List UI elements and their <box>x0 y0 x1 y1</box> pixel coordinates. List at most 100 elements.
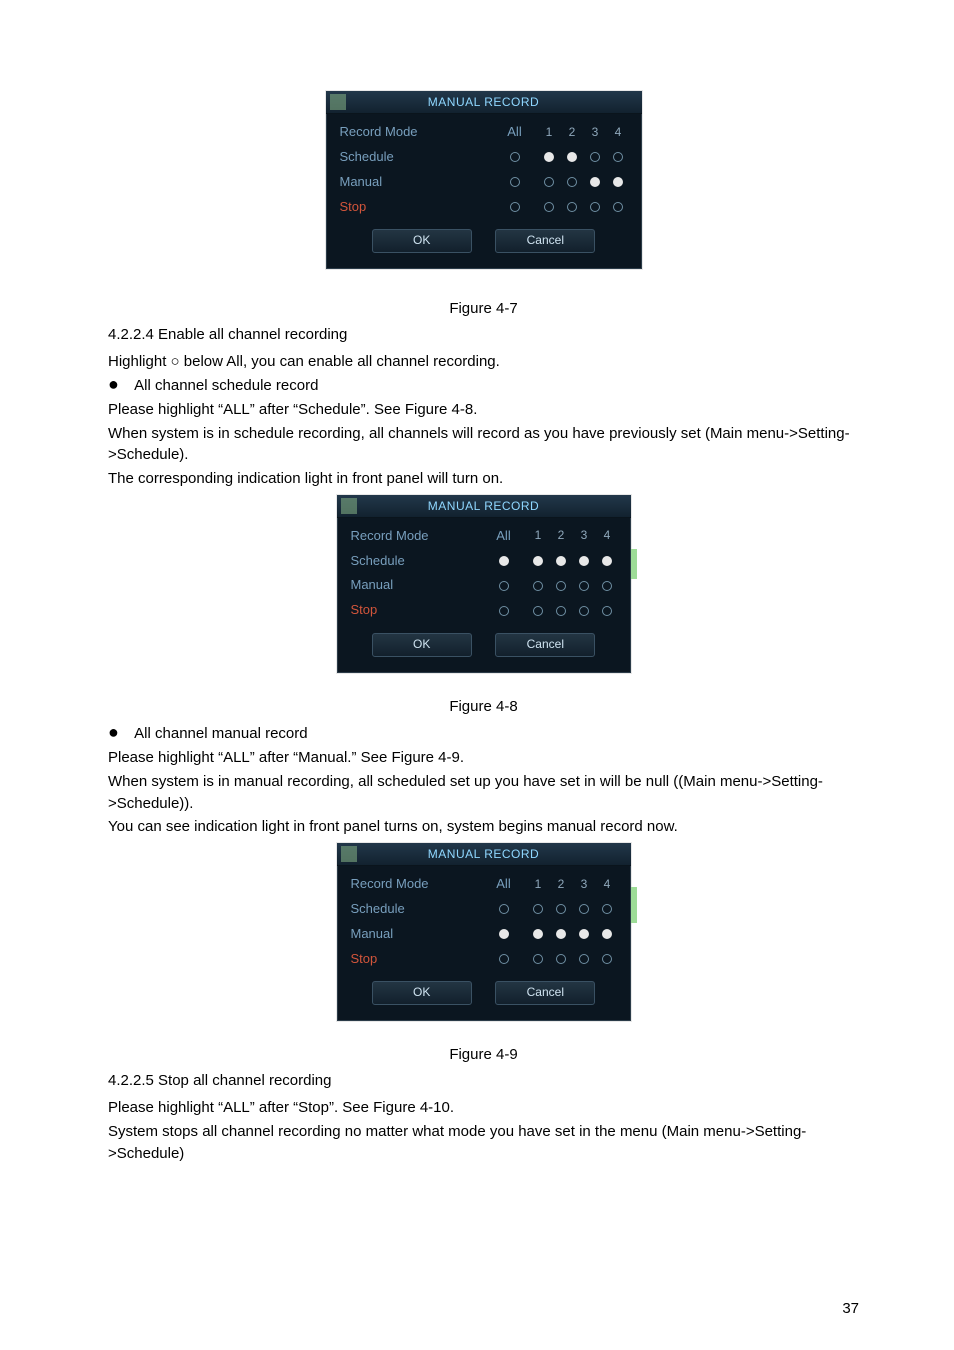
body-text: The corresponding indication light in fr… <box>108 468 859 490</box>
manual-ch2-radio[interactable] <box>567 177 577 187</box>
dialog-icon <box>341 498 357 514</box>
edge-marker <box>631 549 637 579</box>
section-4224-title: 4.2.2.4 Enable all channel recording <box>108 324 859 346</box>
figure-caption: Figure 4-8 <box>108 696 859 718</box>
stop-row-label: Stop <box>349 598 483 623</box>
manual-ch3-radio[interactable] <box>590 177 600 187</box>
ch-header-2: 2 <box>550 872 573 897</box>
schedule-all-radio[interactable] <box>499 904 509 914</box>
body-text: System stops all channel recording no ma… <box>108 1121 859 1165</box>
ch-header-3: 3 <box>584 120 607 145</box>
record-mode-label: Record Mode <box>349 872 483 897</box>
schedule-ch1-radio[interactable] <box>533 556 543 566</box>
ok-button[interactable]: OK <box>372 229 472 252</box>
stop-all-radio[interactable] <box>499 606 509 616</box>
dialog-title-text: MANUAL RECORD <box>428 95 539 109</box>
stop-ch1-radio[interactable] <box>533 954 543 964</box>
section-4225-title: 4.2.2.5 Stop all channel recording <box>108 1070 859 1092</box>
figure-caption: Figure 4-7 <box>108 298 859 320</box>
stop-ch1-radio[interactable] <box>533 606 543 616</box>
body-text: When system is in manual recording, all … <box>108 771 859 815</box>
schedule-all-radio[interactable] <box>499 556 509 566</box>
manual-ch1-radio[interactable] <box>544 177 554 187</box>
ok-button[interactable]: OK <box>372 981 472 1004</box>
manual-row-label: Manual <box>349 922 483 947</box>
stop-ch4-radio[interactable] <box>613 202 623 212</box>
page-number: 37 <box>842 1298 859 1320</box>
schedule-ch2-radio[interactable] <box>556 904 566 914</box>
schedule-ch4-radio[interactable] <box>602 556 612 566</box>
manual-row-label: Manual <box>349 573 483 598</box>
stop-row-label: Stop <box>338 195 494 220</box>
schedule-ch3-radio[interactable] <box>590 152 600 162</box>
schedule-ch3-radio[interactable] <box>579 556 589 566</box>
stop-row-label: Stop <box>349 947 483 972</box>
manual-all-radio[interactable] <box>510 177 520 187</box>
dialog-title: MANUAL RECORD <box>326 91 642 114</box>
all-column-header: All <box>494 120 538 145</box>
schedule-ch3-radio[interactable] <box>579 904 589 914</box>
body-text: Highlight ○ below All, you can enable al… <box>108 351 859 373</box>
stop-ch1-radio[interactable] <box>544 202 554 212</box>
manual-record-dialog-fig8: MANUAL RECORD Record Mode All 1 2 3 4 Sc… <box>336 494 632 674</box>
schedule-ch1-radio[interactable] <box>533 904 543 914</box>
stop-ch3-radio[interactable] <box>590 202 600 212</box>
schedule-ch4-radio[interactable] <box>602 904 612 914</box>
schedule-ch1-radio[interactable] <box>544 152 554 162</box>
manual-ch4-radio[interactable] <box>602 929 612 939</box>
bullet-text: All channel manual record <box>134 723 307 745</box>
schedule-ch2-radio[interactable] <box>567 152 577 162</box>
stop-ch2-radio[interactable] <box>556 954 566 964</box>
dialog-title: MANUAL RECORD <box>337 843 631 866</box>
schedule-row-label: Schedule <box>349 897 483 922</box>
cancel-button[interactable]: Cancel <box>495 981 595 1004</box>
manual-row-label: Manual <box>338 170 494 195</box>
stop-all-radio[interactable] <box>499 954 509 964</box>
ch-header-2: 2 <box>561 120 584 145</box>
stop-ch4-radio[interactable] <box>602 606 612 616</box>
body-text: When system is in schedule recording, al… <box>108 423 859 467</box>
schedule-row-label: Schedule <box>338 145 494 170</box>
schedule-ch2-radio[interactable] <box>556 556 566 566</box>
body-text: Please highlight “ALL” after “Manual.” S… <box>108 747 859 769</box>
dialog-title: MANUAL RECORD <box>337 495 631 518</box>
stop-ch2-radio[interactable] <box>567 202 577 212</box>
bullet-text: All channel schedule record <box>134 375 318 397</box>
manual-ch2-radio[interactable] <box>556 581 566 591</box>
manual-record-dialog-fig9: MANUAL RECORD Record Mode All 1 2 3 4 Sc… <box>336 842 632 1022</box>
schedule-ch4-radio[interactable] <box>613 152 623 162</box>
ch-header-3: 3 <box>573 872 596 897</box>
stop-ch3-radio[interactable] <box>579 606 589 616</box>
manual-ch4-radio[interactable] <box>602 581 612 591</box>
manual-ch2-radio[interactable] <box>556 929 566 939</box>
all-column-header: All <box>483 524 527 549</box>
manual-ch3-radio[interactable] <box>579 581 589 591</box>
ch-header-2: 2 <box>550 524 573 549</box>
schedule-row-label: Schedule <box>349 549 483 574</box>
cancel-button[interactable]: Cancel <box>495 633 595 656</box>
schedule-all-radio[interactable] <box>510 152 520 162</box>
edge-marker <box>631 887 637 923</box>
manual-ch4-radio[interactable] <box>613 177 623 187</box>
dialog-icon <box>341 846 357 862</box>
manual-ch3-radio[interactable] <box>579 929 589 939</box>
body-text: Please highlight “ALL” after “Stop”. See… <box>108 1097 859 1119</box>
ch-header-1: 1 <box>527 872 550 897</box>
ok-button[interactable]: OK <box>372 633 472 656</box>
manual-ch1-radio[interactable] <box>533 929 543 939</box>
manual-all-radio[interactable] <box>499 929 509 939</box>
ch-header-3: 3 <box>573 524 596 549</box>
stop-ch2-radio[interactable] <box>556 606 566 616</box>
body-text: Please highlight “ALL” after “Schedule”.… <box>108 399 859 421</box>
record-mode-label: Record Mode <box>349 524 483 549</box>
manual-all-radio[interactable] <box>499 581 509 591</box>
ch-header-1: 1 <box>538 120 561 145</box>
cancel-button[interactable]: Cancel <box>495 229 595 252</box>
stop-ch3-radio[interactable] <box>579 954 589 964</box>
stop-ch4-radio[interactable] <box>602 954 612 964</box>
dialog-title-text: MANUAL RECORD <box>428 847 539 861</box>
manual-ch1-radio[interactable] <box>533 581 543 591</box>
figure-caption: Figure 4-9 <box>108 1044 859 1066</box>
stop-all-radio[interactable] <box>510 202 520 212</box>
ch-header-1: 1 <box>527 524 550 549</box>
